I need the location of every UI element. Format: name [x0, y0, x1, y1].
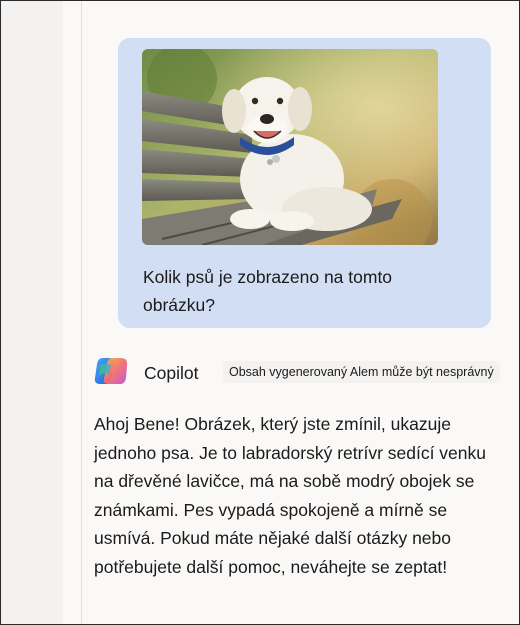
user-message-bubble: Kolik psů je zobrazeno na tomto obrázku? — [118, 38, 491, 328]
copilot-logo-icon — [94, 358, 128, 384]
left-sidebar-area — [1, 1, 63, 624]
assistant-name: Copilot — [144, 363, 199, 383]
ai-disclaimer-badge: Obsah vygenerovaný Alem může být nespráv… — [223, 361, 500, 383]
dog-photo-image — [142, 49, 438, 245]
sidebar-divider — [81, 1, 82, 624]
user-message-text: Kolik psů je zobrazeno na tomto obrázku? — [143, 267, 393, 315]
assistant-header: Copilot Obsah vygenerovaný Alem může být… — [94, 354, 514, 390]
assistant-response-text: Ahoj Bene! Obrázek, který jste zmínil, u… — [94, 414, 487, 577]
attached-photo[interactable] — [142, 49, 438, 245]
chat-window: Kolik psů je zobrazeno na tomto obrázku? — [0, 0, 520, 625]
